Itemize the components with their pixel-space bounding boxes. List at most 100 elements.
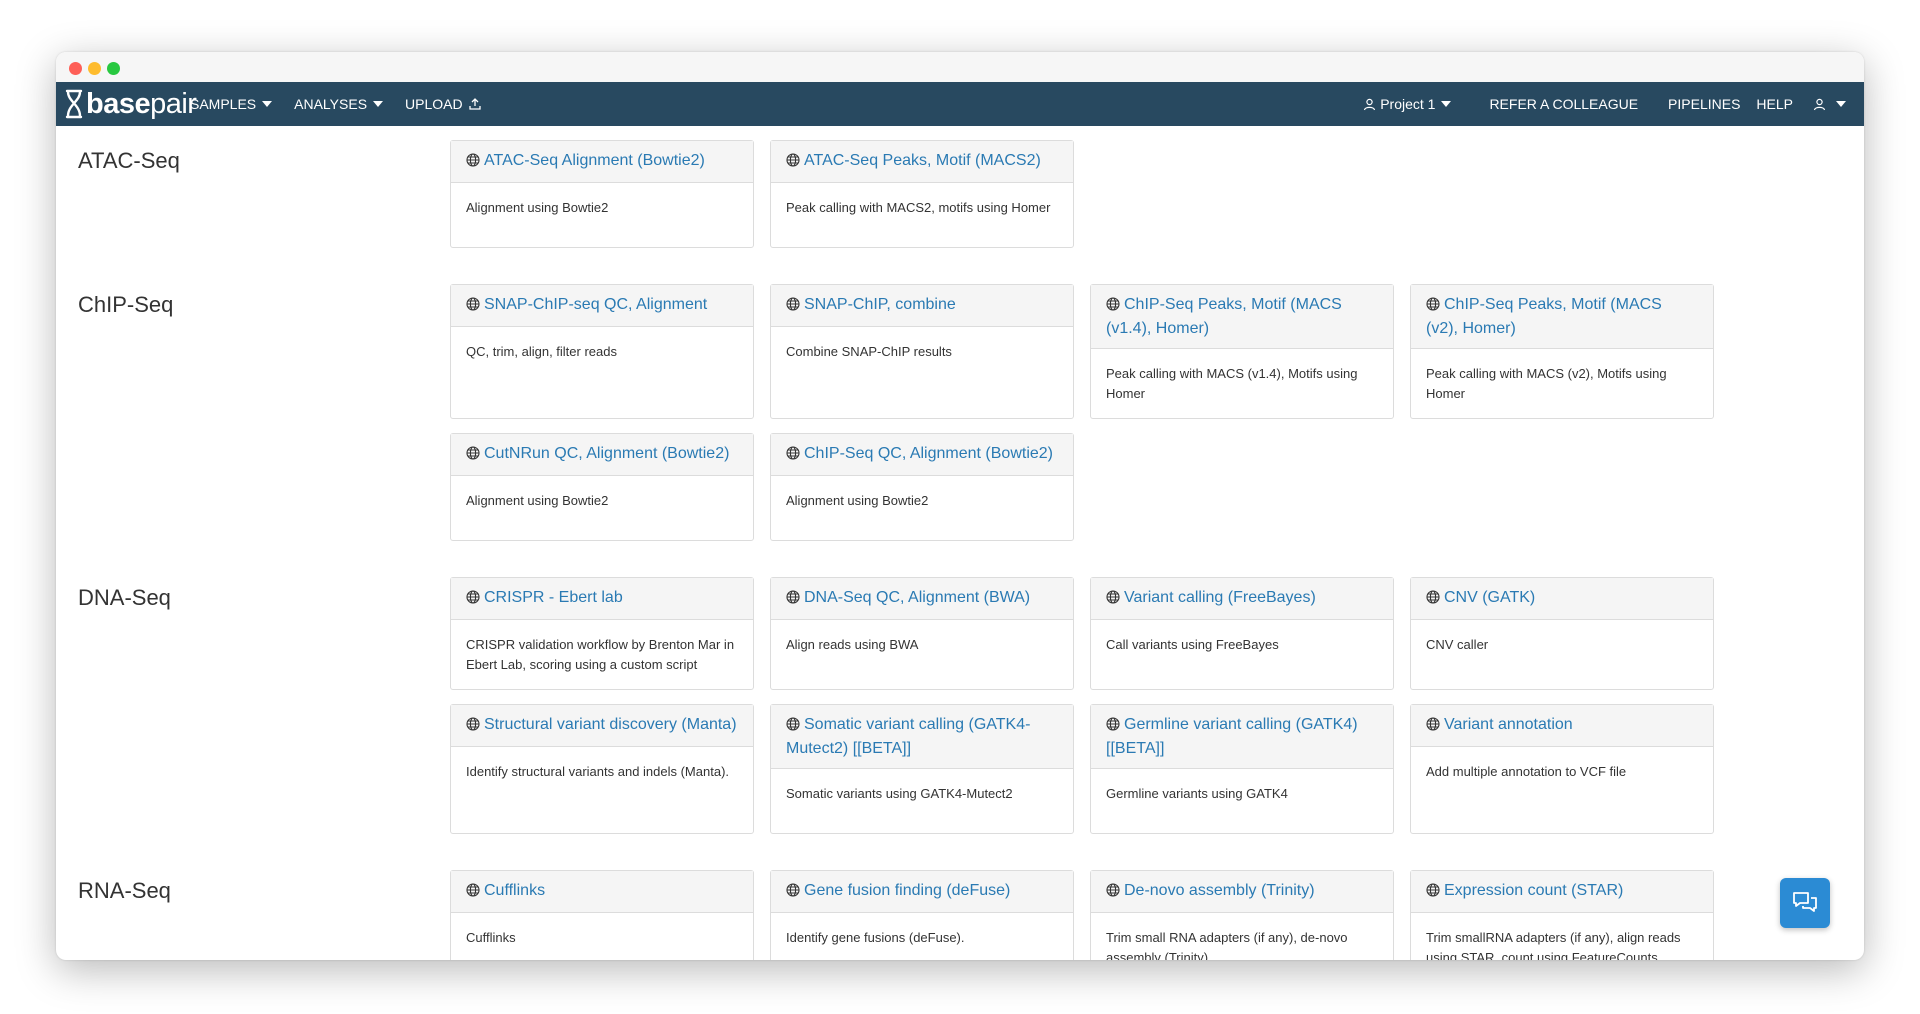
nav-upload-link[interactable]: UPLOAD <box>405 96 481 112</box>
section-2: DNA-Seq CRISPR - Ebert lab CRISPR validati… <box>56 577 1864 848</box>
globe-icon <box>1426 589 1440 611</box>
pipeline-description: QC, trim, align, filter reads <box>466 344 617 359</box>
project-user-icon <box>1364 98 1376 110</box>
pipeline-description: Peak calling with MACS (v1.4), Motifs us… <box>1106 366 1358 401</box>
pipeline-card: DNA-Seq QC, Alignment (BWA) Align reads u… <box>770 577 1074 690</box>
nav-left: SAMPLES ANALYSES UPLOAD <box>190 82 503 126</box>
pipeline-link[interactable]: Cufflinks <box>451 871 753 913</box>
caret-down-icon <box>1441 101 1452 107</box>
pipeline-card: ATAC-Seq Alignment (Bowtie2) Alignment us… <box>450 140 754 248</box>
pipeline-link[interactable]: Structural variant discovery (Manta) <box>451 705 753 747</box>
browser-window: basepair SAMPLES ANALYSES UPLOAD Project… <box>56 52 1864 960</box>
pipeline-link[interactable]: SNAP-ChIP, combine <box>771 285 1073 327</box>
pipeline-card: SNAP-ChIP, combine Combine SNAP-ChIP resu… <box>770 284 1074 419</box>
user-icon <box>1813 98 1826 110</box>
caret-down-icon <box>1836 101 1846 107</box>
pipeline-link[interactable]: CRISPR - Ebert lab <box>451 578 753 620</box>
globe-icon <box>786 716 800 738</box>
pipeline-link[interactable]: ChIP-Seq Peaks, Motif (MACS (v2), Homer) <box>1411 285 1713 349</box>
pipeline-link[interactable]: ATAC-Seq Alignment (Bowtie2) <box>451 141 753 183</box>
pipeline-card: ChIP-Seq Peaks, Motif (MACS (v1.4), Home… <box>1090 284 1394 419</box>
pipeline-description: Align reads using BWA <box>786 637 919 652</box>
pipeline-name: Variant annotation <box>1444 716 1573 733</box>
pipeline-link[interactable]: ATAC-Seq Peaks, Motif (MACS2) <box>771 141 1073 183</box>
pipeline-name: Structural variant discovery (Manta) <box>484 716 737 733</box>
pipeline-card: Variant calling (FreeBayes) Call variants… <box>1090 577 1394 690</box>
pipeline-description: Combine SNAP-ChIP results <box>786 344 952 359</box>
pipeline-description: Cufflinks <box>466 930 516 945</box>
pipeline-name: Somatic variant calling (GATK4-Mutect2) … <box>786 716 1031 757</box>
globe-icon <box>1106 589 1120 611</box>
brand-name: basepair <box>86 87 197 120</box>
refer-colleague-link[interactable]: REFER A COLLEAGUE <box>1489 96 1638 112</box>
help-link[interactable]: HELP <box>1756 96 1793 112</box>
pipeline-link[interactable]: Germline variant calling (GATK4) [[BETA]… <box>1091 705 1393 769</box>
section-0: ATAC-Seq ATAC-Seq Alignment (Bowtie2) Alig… <box>56 140 1864 262</box>
pipeline-link[interactable]: CNV (GATK) <box>1411 578 1713 620</box>
pipeline-description: Add multiple annotation to VCF file <box>1426 764 1627 779</box>
pipeline-description: Identify gene fusions (deFuse). <box>786 930 965 945</box>
pipeline-link[interactable]: Gene fusion finding (deFuse) <box>771 871 1073 913</box>
minimize-window-button[interactable] <box>88 62 101 75</box>
pipeline-name: ATAC-Seq Peaks, Motif (MACS2) <box>804 152 1041 169</box>
pipeline-card: Variant annotation Add multiple annotatio… <box>1410 704 1714 834</box>
user-menu-dropdown[interactable] <box>1813 98 1846 111</box>
pipeline-link[interactable]: De-novo assembly (Trinity) <box>1091 871 1393 913</box>
pipeline-link[interactable]: ChIP-Seq QC, Alignment (Bowtie2) <box>771 434 1073 476</box>
pipeline-link[interactable]: Variant annotation <box>1411 705 1713 747</box>
brand-logo[interactable]: basepair <box>64 86 197 122</box>
globe-icon <box>786 589 800 611</box>
pipeline-description: CRISPR validation workflow by Brenton Ma… <box>466 637 735 672</box>
pipeline-link[interactable]: ChIP-Seq Peaks, Motif (MACS (v1.4), Home… <box>1091 285 1393 349</box>
pipeline-name: DNA-Seq QC, Alignment (BWA) <box>804 589 1031 606</box>
pipelines-content: ATAC-Seq ATAC-Seq Alignment (Bowtie2) Alig… <box>56 126 1864 960</box>
nav-samples-dropdown[interactable]: SAMPLES <box>190 96 273 112</box>
section-1: ChIP-Seq SNAP-ChIP-seq QC, Alignment QC, t… <box>56 284 1864 555</box>
close-window-button[interactable] <box>69 62 82 75</box>
maximize-window-button[interactable] <box>107 62 120 75</box>
pipeline-grid: Cufflinks Cufflinks Gene fusion finding (d… <box>450 870 1750 960</box>
pipeline-name: De-novo assembly (Trinity) <box>1124 882 1315 899</box>
pipeline-link[interactable]: SNAP-ChIP-seq QC, Alignment <box>451 285 753 327</box>
pipeline-name: ChIP-Seq Peaks, Motif (MACS (v2), Homer) <box>1426 296 1662 337</box>
nav-analyses-dropdown[interactable]: ANALYSES <box>294 96 384 112</box>
pipeline-name: ChIP-Seq Peaks, Motif (MACS (v1.4), Home… <box>1106 296 1342 337</box>
refer-label: REFER A COLLEAGUE <box>1489 96 1639 112</box>
section-3: RNA-Seq Cufflinks Cufflinks Gene fusion fin… <box>56 870 1864 960</box>
pipeline-card: CNV (GATK) CNV caller <box>1410 577 1714 690</box>
pipeline-card: ChIP-Seq Peaks, Motif (MACS (v2), Homer)… <box>1410 284 1714 419</box>
pipeline-description: Trim smallRNA adapters (if any), align r… <box>1426 930 1681 960</box>
pipeline-name: SNAP-ChIP-seq QC, Alignment <box>484 296 708 313</box>
pipeline-card: Cufflinks Cufflinks <box>450 870 754 960</box>
project-selector[interactable]: Project 1 <box>1363 96 1452 112</box>
section-title: ATAC-Seq <box>78 148 180 173</box>
pipeline-link[interactable]: DNA-Seq QC, Alignment (BWA) <box>771 578 1073 620</box>
pipeline-link[interactable]: Somatic variant calling (GATK4-Mutect2) … <box>771 705 1073 769</box>
globe-icon <box>466 296 480 318</box>
pipeline-description: Identify structural variants and indels … <box>466 764 730 779</box>
pipeline-name: Variant calling (FreeBayes) <box>1124 589 1316 606</box>
pipeline-name: Germline variant calling (GATK4) [[BETA]… <box>1106 716 1358 757</box>
pipeline-description: CNV caller <box>1426 637 1489 652</box>
pipeline-link[interactable]: Expression count (STAR) <box>1411 871 1713 913</box>
pipeline-grid: ATAC-Seq Alignment (Bowtie2) Alignment us… <box>450 140 1750 262</box>
pipeline-card: CutNRun QC, Alignment (Bowtie2) Alignment… <box>450 433 754 541</box>
pipeline-description: Germline variants using GATK4 <box>1106 786 1288 801</box>
nav-analyses-label: ANALYSES <box>294 96 368 112</box>
pipeline-card: Gene fusion finding (deFuse) Identify gen… <box>770 870 1074 960</box>
pipelines-link[interactable]: PIPELINES <box>1668 96 1740 112</box>
pipeline-link[interactable]: Variant calling (FreeBayes) <box>1091 578 1393 620</box>
globe-icon <box>1426 296 1440 318</box>
globe-icon <box>466 882 480 904</box>
chat-button[interactable] <box>1780 878 1830 928</box>
globe-icon <box>466 589 480 611</box>
pipeline-grid: SNAP-ChIP-seq QC, Alignment QC, trim, ali… <box>450 284 1750 555</box>
pipeline-description: Peak calling with MACS (v2), Motifs usin… <box>1426 366 1667 401</box>
top-navbar: basepair SAMPLES ANALYSES UPLOAD Project… <box>56 82 1864 126</box>
pipeline-link[interactable]: CutNRun QC, Alignment (Bowtie2) <box>451 434 753 476</box>
globe-icon <box>1426 882 1440 904</box>
nav-upload-label: UPLOAD <box>405 96 463 112</box>
pipeline-name: SNAP-ChIP, combine <box>804 296 956 313</box>
pipeline-name: Gene fusion finding (deFuse) <box>804 882 1011 899</box>
pipeline-card: Germline variant calling (GATK4) [[BETA]… <box>1090 704 1394 834</box>
